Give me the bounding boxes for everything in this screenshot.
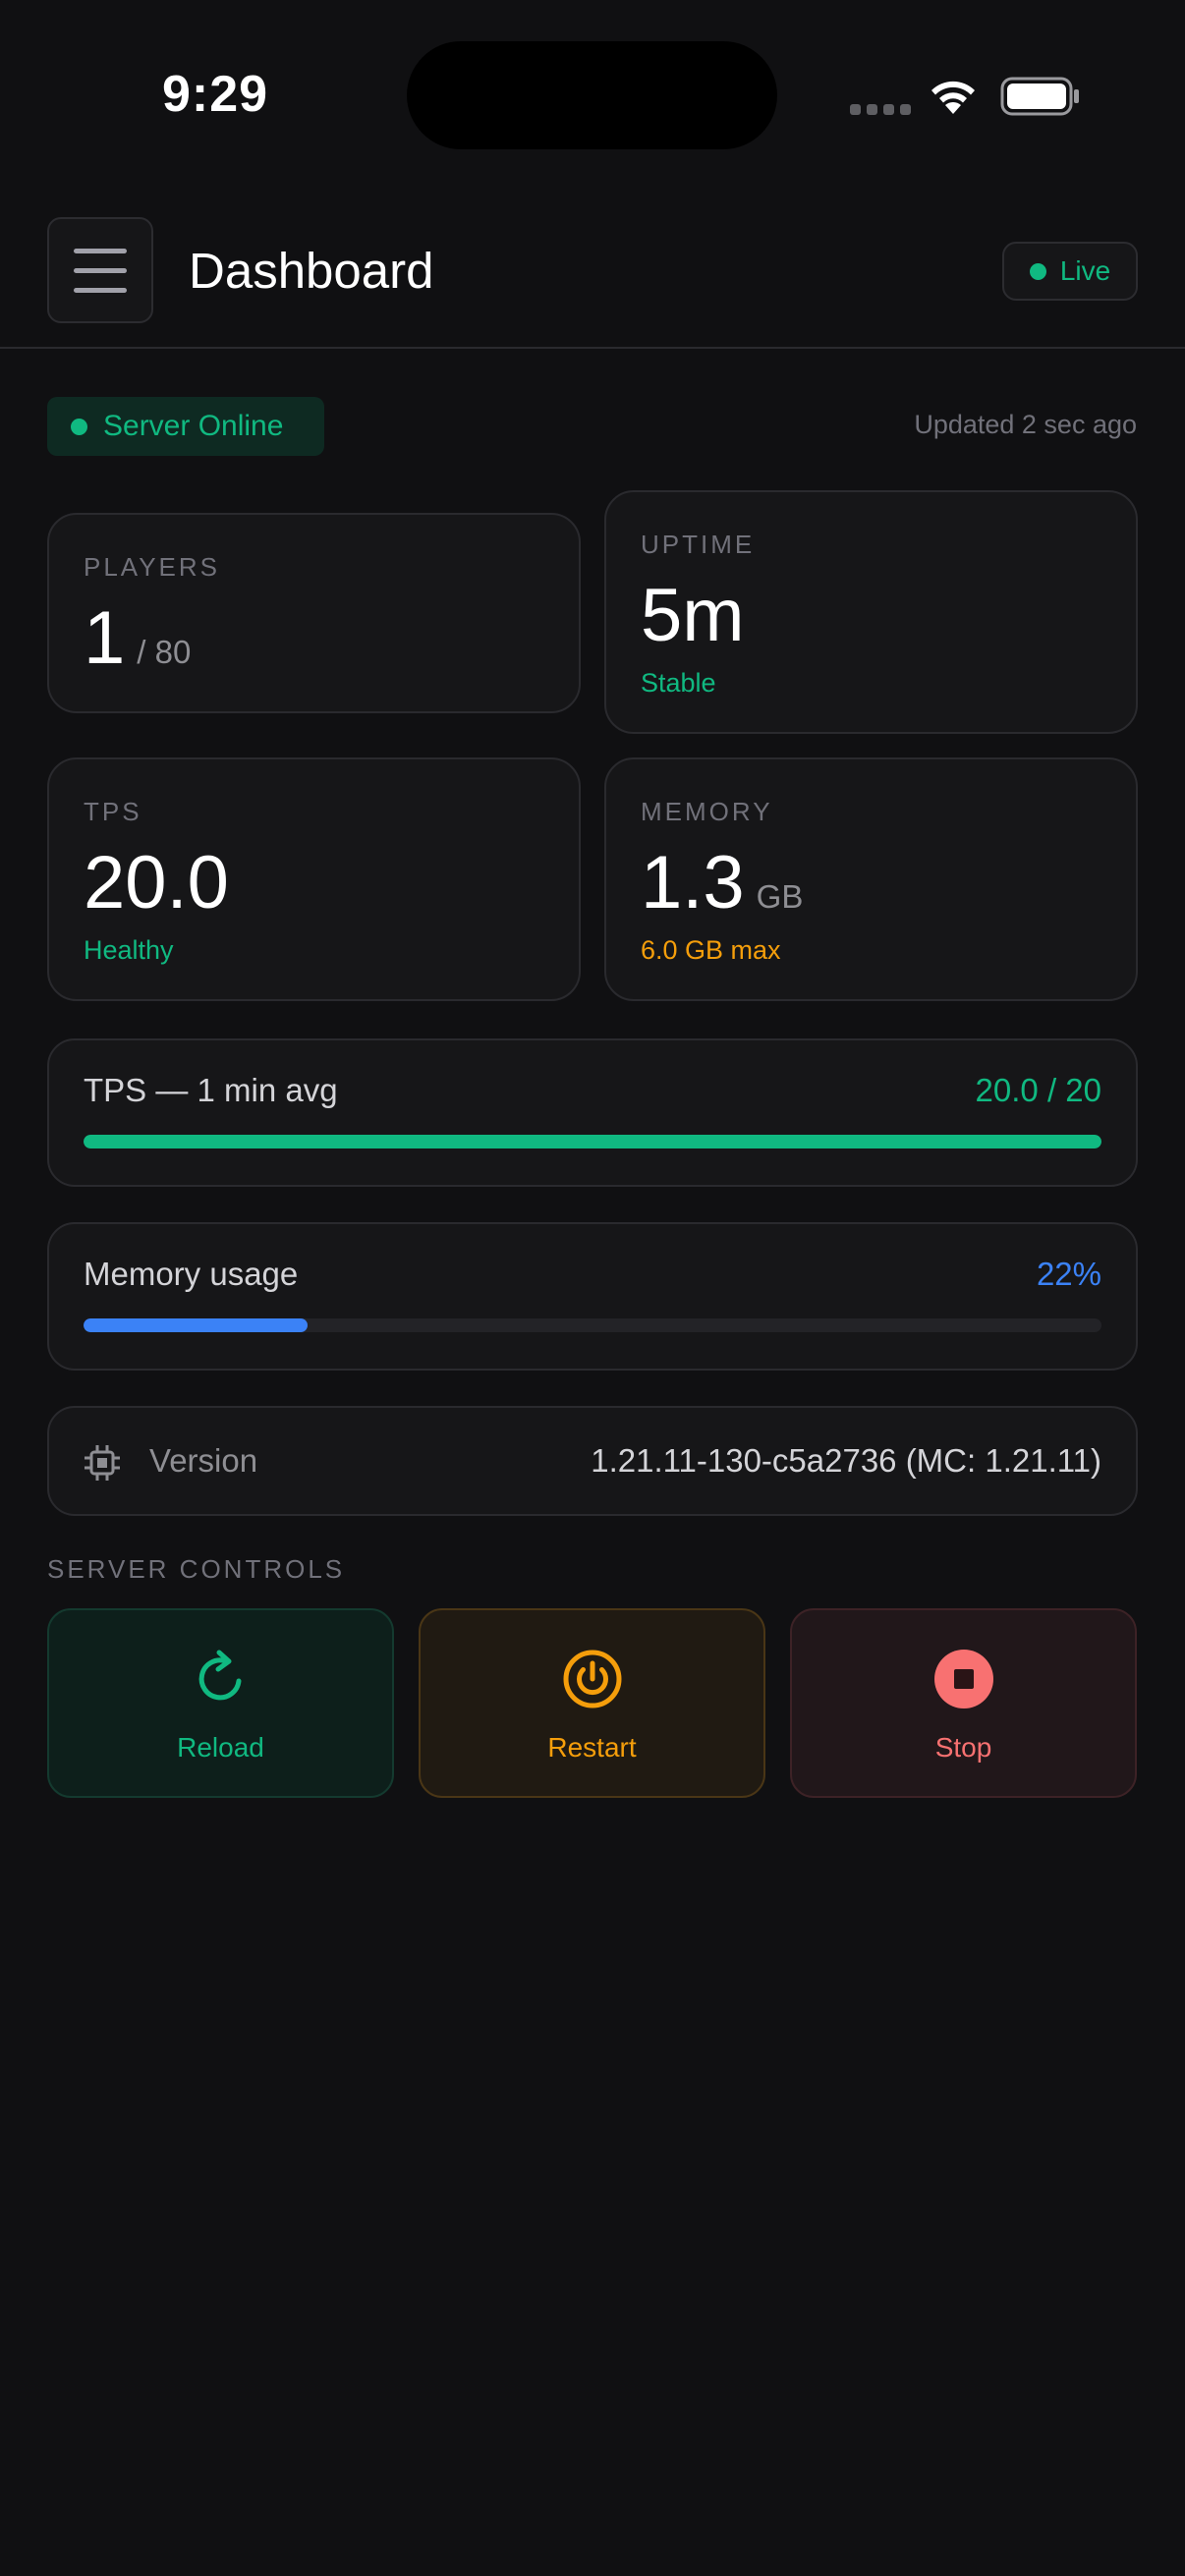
last-updated: Updated 2 sec ago xyxy=(914,410,1137,439)
dashboard-screen: 9:29 Dashboard Live Server Online Update… xyxy=(0,0,1185,2576)
uptime-value: 5m xyxy=(641,574,745,657)
version-label: Version xyxy=(149,1442,258,1479)
players-max: / 80 xyxy=(137,634,192,670)
memory-card: MEMORY 1.3 GB 6.0 GB max xyxy=(604,757,1138,1001)
live-dot-icon xyxy=(1029,262,1046,280)
cellular-signal-icon xyxy=(850,104,911,115)
online-dot-icon xyxy=(71,418,87,435)
dynamic-island xyxy=(407,41,777,149)
memory-progress-track xyxy=(84,1318,1101,1332)
tps-average-value: 20.0 / 20 xyxy=(975,1072,1101,1108)
status-time: 9:29 xyxy=(162,66,269,123)
tps-progress-track xyxy=(84,1135,1101,1148)
live-badge: Live xyxy=(1002,242,1138,301)
memory-max: 6.0 GB max xyxy=(641,935,781,965)
server-controls-title: SERVER CONTROLS xyxy=(47,1554,346,1584)
stop-icon xyxy=(933,1650,993,1708)
server-status-label: Server Online xyxy=(103,410,284,442)
wifi-icon xyxy=(931,81,975,114)
memory-usage-card: Memory usage 22% xyxy=(47,1222,1138,1371)
players-label: PLAYERS xyxy=(84,552,221,582)
page-title: Dashboard xyxy=(189,243,434,299)
reload-icon xyxy=(198,1650,241,1701)
tps-average-title: TPS — 1 min avg xyxy=(84,1072,338,1108)
restart-label: Restart xyxy=(547,1732,637,1763)
tps-value: 20.0 xyxy=(84,841,229,924)
memory-value: 1.3 xyxy=(641,841,745,924)
reload-label: Reload xyxy=(177,1732,264,1763)
uptime-status: Stable xyxy=(641,668,716,698)
tps-label: TPS xyxy=(84,797,142,826)
memory-progress-fill xyxy=(84,1318,308,1332)
header-divider xyxy=(0,347,1185,349)
version-value: 1.21.11-130-c5a2736 (MC: 1.21.11) xyxy=(591,1442,1101,1479)
players-value: 1 xyxy=(84,596,126,680)
memory-label: MEMORY xyxy=(641,797,773,826)
reload-button[interactable]: Reload xyxy=(47,1608,394,1798)
stop-button[interactable]: Stop xyxy=(790,1608,1137,1798)
chip-icon xyxy=(85,1445,120,1481)
battery-icon xyxy=(1000,77,1079,116)
hamburger-icon xyxy=(74,248,127,253)
tps-card: TPS 20.0 Healthy xyxy=(47,757,581,1001)
server-status-badge: Server Online xyxy=(47,397,324,456)
memory-usage-title: Memory usage xyxy=(84,1256,299,1292)
stop-label: Stop xyxy=(934,1732,992,1763)
memory-usage-value: 22% xyxy=(1036,1256,1101,1292)
menu-button[interactable] xyxy=(47,217,153,323)
uptime-label: UPTIME xyxy=(641,530,756,559)
version-card: Version 1.21.11-130-c5a2736 (MC: 1.21.11… xyxy=(47,1406,1138,1516)
live-label: Live xyxy=(1059,255,1111,286)
tps-status: Healthy xyxy=(84,935,174,965)
uptime-card: UPTIME 5m Stable xyxy=(604,490,1138,734)
tps-progress-fill xyxy=(84,1135,1101,1148)
players-card: PLAYERS 1 / 80 xyxy=(47,513,581,713)
restart-button[interactable]: Restart xyxy=(419,1608,765,1798)
tps-average-card: TPS — 1 min avg 20.0 / 20 xyxy=(47,1038,1138,1187)
memory-unit: GB xyxy=(756,878,804,915)
power-icon xyxy=(563,1650,621,1708)
